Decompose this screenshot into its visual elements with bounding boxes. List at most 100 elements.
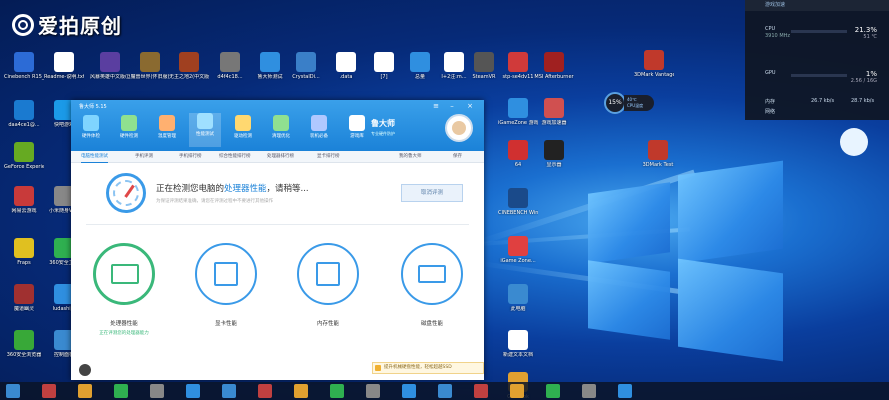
desktop-icon-glyph [220,52,240,72]
taskbar-app-icon[interactable] [366,384,380,398]
desktop-icon-label: 游戏加速器 [541,120,567,126]
taskbar-app-icon[interactable] [114,384,128,398]
desktop-icon[interactable]: 魔兽世界(怀旧服) [130,52,170,92]
desktop-icon[interactable]: 360安全浏览器 [4,330,44,370]
perf-up: 28.7 kb/s [851,98,875,104]
desktop-icon[interactable]: iGameZone 游戏服务 [498,98,538,138]
save-link[interactable]: 保存 [453,151,462,162]
desktop-icon-glyph [296,52,316,72]
brand-logo-icon [79,364,91,376]
tab-cpu-ranking[interactable]: 处理器排行榜 [267,151,294,162]
taskbar-app-icon[interactable] [582,384,596,398]
minimize-icon[interactable]: – [447,102,457,110]
desktop-icon[interactable]: 3DMark Test [638,140,678,180]
desktop-icon[interactable]: 新建文本文档 [498,330,538,370]
desktop-icon[interactable]: 3DMark Vantage [634,50,674,90]
tab-overall-ranking[interactable]: 综合性能排行榜 [219,151,251,162]
nav-item[interactable]: 驱动检测 [227,115,259,139]
floating-ball[interactable]: 15% 40℃ CPU温度 [604,92,654,114]
taskbar-app-icon[interactable] [186,384,200,398]
desktop-icon[interactable]: daa4ce1@... [4,100,44,140]
desktop-icon-label: CrystalDi... [292,74,320,80]
desktop-icon[interactable]: .data [326,52,366,92]
desktop-icon[interactable]: CrystalDi... [286,52,326,92]
desktop-icon[interactable]: 此电脑 [498,284,538,324]
disk-boost-hint[interactable]: 提升机械硬盘性能，轻松超越SSD [372,362,484,374]
desktop-icon[interactable]: 显示器 [534,140,574,180]
taskbar-app-icon[interactable] [546,384,560,398]
desktop-icon[interactable]: Cinebench R15_18@... [4,52,44,92]
desktop-icon[interactable]: GeForce Experience [4,142,44,182]
nav-item[interactable]: 游戏库 [341,115,373,139]
speedometer-icon [106,173,146,213]
desktop-icon-label: Readme-说明.txt [44,74,84,80]
card-memory[interactable]: 内存性能 [293,243,363,343]
my-ludashi-link[interactable]: 我的鲁大师 [399,151,422,162]
desktop-icon-label: 64 [514,162,522,168]
taskbar-app-icon[interactable] [402,384,416,398]
nav-item[interactable]: 硬件体检 [75,115,107,139]
floating-ball-percent[interactable]: 15% [604,92,626,114]
card-cpu[interactable]: 处理器性能 正在评测您的处理器能力 [89,243,159,343]
desktop-icon[interactable]: 风暴英雄中文版(国服) [90,52,130,92]
desktop-icon[interactable]: d4f4c18... [210,52,250,92]
nav-item[interactable]: 装机必备 [303,115,335,139]
desktop-icon[interactable]: 64 [498,140,538,180]
desktop-icon-glyph [14,330,34,350]
taskbar-app-icon[interactable] [618,384,632,398]
desktop-icon[interactable]: stp-se4dv11 [498,52,538,92]
taskbar-app-icon[interactable] [6,384,20,398]
card-disk[interactable]: 磁盘性能 [397,243,467,343]
desktop-icon[interactable]: 鲁大师测试 [250,52,290,92]
gpu-sparkline [791,74,847,77]
desktop-icon[interactable]: 无主之地2(中文版) [169,52,209,92]
avatar[interactable] [445,114,473,142]
desktop-icon[interactable]: MSI Afterburner [534,52,574,92]
nav-item[interactable]: 硬件检测 [113,115,145,139]
taskbar-app-icon[interactable] [438,384,452,398]
windows-logo-pane [678,258,783,362]
taskbar-app-icon[interactable] [150,384,164,398]
nav-icon [159,115,175,131]
desktop-icon-glyph [474,52,494,72]
watermark-text: 爱拍原创 [38,14,122,38]
taskbar-app-icon[interactable] [42,384,56,398]
desktop-icon[interactable]: Readme-说明.txt [44,52,84,92]
browser-icon[interactable] [840,128,868,156]
perf-row-cpu: CPU 3910 MHz 21.3% 51 ℃ [751,24,883,40]
desktop-icon[interactable]: CINEBENCH Windows 6... [498,188,538,228]
menu-icon[interactable]: ≡ [431,102,441,110]
widget-header: 游戏加速 [745,0,889,11]
brand-slogan: 专业硬件防护 [371,131,395,136]
card-label: 磁盘性能 [420,321,443,327]
desktop-icon[interactable]: 魔道幽灵 [4,284,44,324]
taskbar-app-icon[interactable] [510,384,524,398]
performance-widget: 游戏加速 CPU 3910 MHz 21.3% 51 ℃ GPU 1% 2.56… [745,0,889,120]
taskbar-app-icon[interactable] [258,384,272,398]
perf-key: CPU [765,26,776,32]
desktop-icon[interactable]: iGame Zone... [498,236,538,276]
desktop-icon[interactable]: Fraps [4,238,44,278]
watermark: 爱拍原创 [12,10,122,39]
desktop-icon-glyph [14,284,34,304]
cancel-test-button[interactable]: 取消评测 [401,184,463,202]
desktop-icon[interactable]: 网易云游戏 [4,186,44,226]
tab-pc-performance[interactable]: 电脑性能测试 [81,151,108,163]
tab-phone-ranking[interactable]: 手机排行榜 [179,151,202,162]
nav-item[interactable]: 温度管理 [151,115,183,139]
close-icon[interactable]: × [465,102,475,110]
nav-item[interactable]: 清理优化 [265,115,297,139]
tab-phone-review[interactable]: 手机评测 [135,151,153,162]
card-gpu[interactable]: 显卡性能 [191,243,261,343]
taskbar-app-icon[interactable] [474,384,488,398]
nav-item[interactable]: 性能测试 [189,113,221,147]
tab-gpu-ranking[interactable]: 显卡排行榜 [317,151,340,162]
taskbar-app-icon[interactable] [294,384,308,398]
taskbar-app-icon[interactable] [78,384,92,398]
desktop-icon-glyph [508,236,528,256]
desktop-icon-label: 魔兽世界(怀旧服) [130,74,170,80]
desktop-icon[interactable]: [7] [364,52,404,92]
taskbar-app-icon[interactable] [222,384,236,398]
desktop-icon[interactable]: 游戏加速器 [534,98,574,138]
taskbar-app-icon[interactable] [330,384,344,398]
